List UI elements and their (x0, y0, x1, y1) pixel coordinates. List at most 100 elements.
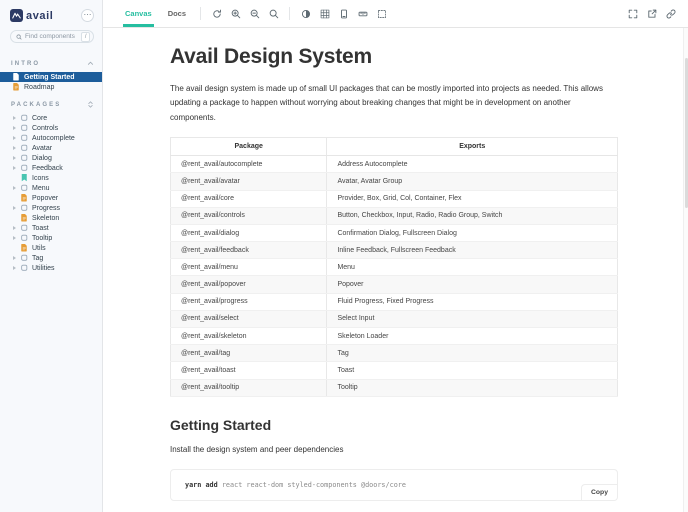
story-icon (21, 174, 28, 182)
brand-logo[interactable]: avail (10, 9, 53, 22)
sidebar-item-skeleton[interactable]: Skeleton (0, 213, 102, 223)
exports-cell: Skeleton Loader (326, 327, 618, 346)
zoom-in-icon (231, 9, 241, 19)
copy-button[interactable]: Copy (581, 484, 617, 501)
search-input[interactable] (25, 33, 82, 40)
code-token-argument: react react-dom styled-components @doors… (221, 481, 406, 490)
expand-all-icon[interactable] (86, 100, 95, 109)
sidebar-item-label: Controls (32, 124, 59, 132)
sidebar: avail ⋯ / INTRO Getting Started Roadmap PAC… (0, 0, 103, 512)
document-icon (21, 214, 28, 222)
sidebar-item-controls[interactable]: Controls (0, 123, 102, 133)
expander-icon[interactable] (13, 186, 21, 190)
sidebar-item-label: Avatar (32, 144, 53, 152)
table-row: @rent_avail/tooltip Tooltip (170, 379, 618, 397)
outline-button[interactable] (374, 6, 390, 22)
package-cell: @rent_avail/dialog (170, 224, 328, 243)
table-row: @rent_avail/menu Menu (170, 258, 618, 277)
sidebar-item-icons[interactable]: Icons (0, 173, 102, 183)
storybook-app: avail ⋯ / INTRO Getting Started Roadmap PAC… (0, 0, 688, 512)
copy-link-button[interactable] (663, 6, 679, 22)
sidebar-item-dialog[interactable]: Dialog (0, 153, 102, 163)
sidebar-item-label: Roadmap (24, 83, 55, 91)
sidebar-item-label: Utilities (32, 264, 55, 272)
sidebar-item-utils[interactable]: Utils (0, 243, 102, 253)
docs-scroll-area: Avail Design System The avail design sys… (103, 28, 688, 512)
component-icon (21, 134, 28, 142)
sidebar-item-tooltip[interactable]: Tooltip (0, 233, 102, 243)
exports-cell: Menu (326, 258, 618, 277)
exports-cell: Provider, Box, Grid, Col, Container, Fle… (326, 190, 618, 208)
scrollbar[interactable] (683, 28, 688, 512)
exports-cell: Popover (326, 275, 618, 294)
sidebar-item-popover[interactable]: Popover (0, 193, 102, 203)
backgrounds-button[interactable] (298, 6, 314, 22)
toolbar-divider (200, 7, 202, 20)
expander-icon[interactable] (13, 126, 21, 130)
fullscreen-button[interactable] (625, 6, 641, 22)
sidebar-item-toast[interactable]: Toast (0, 223, 102, 233)
package-cell: @rent_avail/select (170, 310, 328, 329)
package-cell: @rent_avail/popover (170, 275, 328, 294)
section-label: PACKAGES (11, 101, 62, 108)
expander-icon[interactable] (13, 266, 21, 270)
zoom-reset-button[interactable] (266, 6, 282, 22)
collapse-section-icon[interactable] (86, 59, 95, 68)
exports-cell: Tag (326, 344, 618, 363)
package-cell: @rent_avail/progress (170, 293, 328, 311)
package-cell: @rent_avail/toast (170, 361, 328, 380)
sidebar-item-menu[interactable]: Menu (0, 183, 102, 193)
component-icon (21, 184, 28, 192)
sidebar-item-label: Autocomplete (32, 134, 75, 142)
sidebar-item-core[interactable]: Core (0, 113, 102, 123)
expander-icon[interactable] (13, 116, 21, 120)
open-in-new-tab-button[interactable] (644, 6, 660, 22)
expander-icon[interactable] (13, 146, 21, 150)
expander-icon[interactable] (13, 206, 21, 210)
measure-button[interactable] (355, 6, 371, 22)
shortcuts-menu-button[interactable]: ⋯ (81, 9, 94, 22)
component-icon (21, 164, 28, 172)
table-row: @rent_avail/toast Toast (170, 361, 618, 380)
tab-canvas[interactable]: Canvas (117, 0, 160, 27)
toolbar: Canvas Docs (103, 0, 688, 28)
package-cell: @rent_avail/menu (170, 258, 328, 277)
document-icon (13, 83, 20, 91)
grid-button[interactable] (317, 6, 333, 22)
section-label: INTRO (11, 60, 41, 67)
sidebar-item-autocomplete[interactable]: Autocomplete (0, 133, 102, 143)
sidebar-item-utilities[interactable]: Utilities (0, 263, 102, 273)
expander-icon[interactable] (13, 156, 21, 160)
sidebar-item-progress[interactable]: Progress (0, 203, 102, 213)
getting-started-heading: Getting Started (170, 416, 272, 433)
sidebar-item-getting-started[interactable]: Getting Started (0, 72, 102, 82)
table-row: @rent_avail/skeleton Skeleton Loader (170, 327, 618, 346)
expander-icon[interactable] (13, 236, 21, 240)
expander-icon[interactable] (13, 256, 21, 260)
expander-icon[interactable] (13, 226, 21, 230)
sidebar-item-feedback[interactable]: Feedback (0, 163, 102, 173)
zoom-in-button[interactable] (228, 6, 244, 22)
component-icon (21, 154, 28, 162)
measure-icon (358, 9, 368, 19)
sidebar-item-avatar[interactable]: Avatar (0, 143, 102, 153)
exports-cell: Tooltip (326, 379, 618, 397)
sidebar-nav: INTRO Getting Started Roadmap PACKAGES Core C… (0, 51, 102, 273)
tab-docs[interactable]: Docs (160, 0, 194, 27)
sidebar-item-label: Feedback (32, 164, 63, 172)
document-icon (21, 194, 28, 202)
install-command: yarn add react react-dom styled-componen… (185, 481, 406, 489)
document-icon (21, 244, 28, 252)
exports-cell: Avatar, Avatar Group (326, 172, 618, 191)
sidebar-item-tag[interactable]: Tag (0, 253, 102, 263)
search-box[interactable]: / (10, 30, 94, 43)
expander-icon[interactable] (13, 166, 21, 170)
sidebar-item-roadmap[interactable]: Roadmap (0, 82, 102, 92)
table-row: @rent_avail/select Select Input (170, 310, 618, 329)
zoom-out-button[interactable] (247, 6, 263, 22)
expander-icon[interactable] (13, 136, 21, 140)
remount-icon (212, 9, 222, 19)
viewport-button[interactable] (336, 6, 352, 22)
remount-button[interactable] (209, 6, 225, 22)
sidebar-item-label: Icons (32, 174, 49, 182)
